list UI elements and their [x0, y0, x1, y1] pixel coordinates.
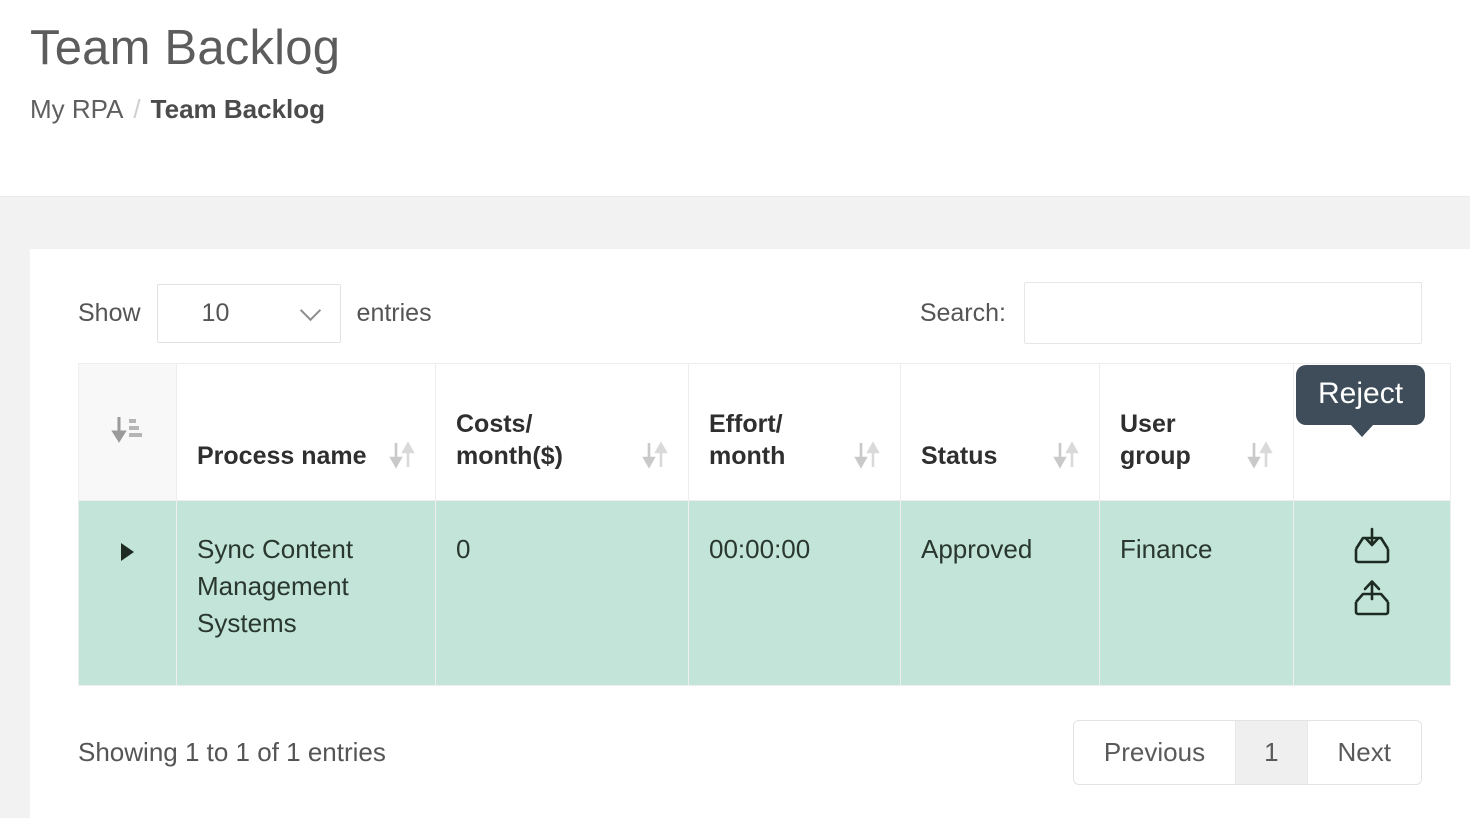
table-info: Showing 1 to 1 of 1 entries	[78, 736, 386, 767]
cell-actions	[1293, 500, 1451, 686]
sort-both-icon	[389, 440, 415, 470]
column-header-expand[interactable]	[78, 363, 177, 501]
column-label: Process name	[197, 442, 367, 470]
sort-both-icon	[642, 440, 668, 470]
sort-amount-desc-icon	[110, 412, 145, 446]
chevron-right-icon	[121, 543, 134, 561]
cell-status: Approved	[900, 500, 1100, 686]
pagination-previous[interactable]: Previous	[1073, 720, 1237, 784]
page-title: Team Backlog	[30, 21, 341, 75]
content-area: Show 10 entries Search: Process name Cos…	[0, 196, 1470, 818]
sort-both-icon	[1053, 440, 1079, 470]
chevron-down-icon	[299, 299, 321, 322]
breadcrumb-separator: /	[133, 94, 141, 125]
reject-icon[interactable]	[1350, 525, 1394, 567]
show-label: Show	[78, 298, 141, 327]
table-header-row: Process name Costs/ month($) Effort/ mon…	[78, 363, 1451, 501]
sort-both-icon	[854, 440, 880, 470]
cell-costs-month: 0	[435, 500, 689, 686]
tooltip-label: Reject	[1318, 377, 1404, 410]
table-head: Process name Costs/ month($) Effort/ mon…	[78, 363, 1451, 501]
column-label: User group	[1120, 410, 1191, 470]
column-label: Status	[921, 442, 998, 470]
entries-label: entries	[356, 298, 432, 327]
pagination: Previous 1 Next	[1072, 719, 1422, 785]
datatable-card: Show 10 entries Search: Process name Cos…	[30, 249, 1470, 818]
table-footer: Showing 1 to 1 of 1 entries Previous 1 N…	[78, 716, 1422, 788]
column-label: Costs/ month($)	[456, 410, 563, 470]
sort-both-icon	[1247, 440, 1273, 470]
column-header-status[interactable]: Status	[900, 363, 1100, 501]
tooltip-reject: Reject	[1296, 365, 1426, 437]
table-body: Sync Content Management Systems 0 00:00:…	[78, 500, 1451, 686]
cell-user-group: Finance	[1099, 500, 1294, 686]
column-label: Effort/ month	[709, 410, 786, 470]
column-header-costs-month[interactable]: Costs/ month($)	[435, 363, 689, 501]
breadcrumb-item-current: Team Backlog	[150, 94, 326, 125]
column-header-user-group[interactable]: User group	[1099, 363, 1294, 501]
search-control: Search:	[920, 282, 1422, 344]
cell-effort-month: 00:00:00	[688, 500, 901, 686]
table-row[interactable]: Sync Content Management Systems 0 00:00:…	[78, 500, 1451, 686]
cell-process-name: Sync Content Management Systems	[176, 500, 436, 686]
backlog-table: Process name Costs/ month($) Effort/ mon…	[78, 363, 1451, 686]
search-input[interactable]	[1024, 282, 1422, 344]
breadcrumb: My RPA / Team Backlog	[30, 94, 1470, 125]
search-label: Search:	[919, 298, 1006, 327]
table-wrapper: Process name Costs/ month($) Effort/ mon…	[78, 363, 1451, 686]
breadcrumb-item-my-rpa[interactable]: My RPA	[30, 94, 123, 125]
row-action-buttons	[1350, 525, 1394, 619]
pagination-page-1[interactable]: 1	[1236, 720, 1308, 784]
column-header-effort-month[interactable]: Effort/ month	[688, 363, 901, 501]
page-header: Team Backlog My RPA / Team Backlog	[0, 0, 1470, 196]
page-length-control: Show 10 entries	[78, 283, 432, 343]
datatable-controls: Show 10 entries Search:	[78, 275, 1422, 351]
page-length-value: 10	[201, 298, 230, 327]
export-icon[interactable]	[1350, 577, 1394, 619]
pagination-next[interactable]: Next	[1307, 720, 1421, 784]
row-expand-toggle[interactable]	[78, 500, 177, 686]
column-header-process-name[interactable]: Process name	[176, 363, 436, 501]
page-length-select[interactable]: 10	[156, 283, 341, 343]
